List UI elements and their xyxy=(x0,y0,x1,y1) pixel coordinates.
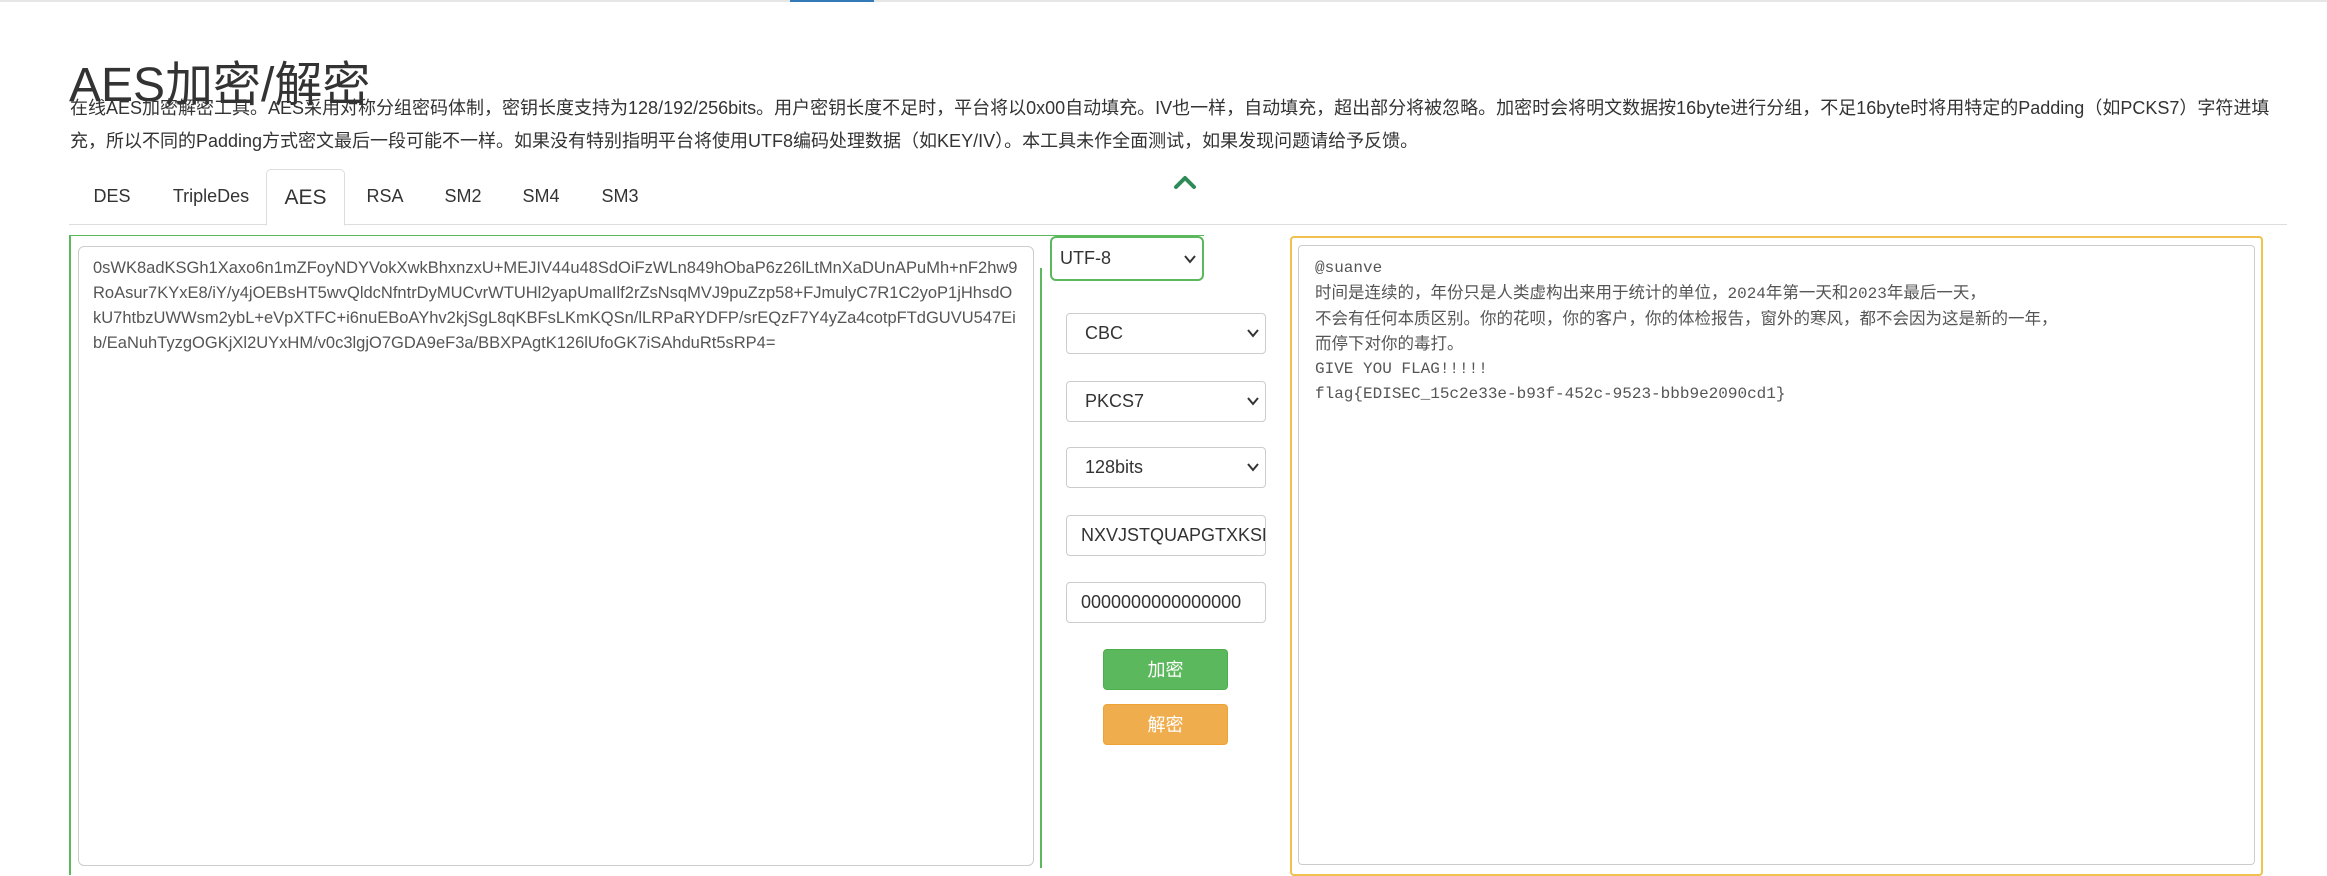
output-text: 2024 xyxy=(1727,285,1766,303)
output-text: 年最后一天， xyxy=(1886,284,1986,302)
chevron-down-icon xyxy=(1247,397,1259,406)
iv-input[interactable]: 0000000000000000 xyxy=(1066,582,1266,623)
encrypt-button[interactable]: 加密 xyxy=(1103,649,1228,690)
encoding-select[interactable]: UTF-8 xyxy=(1050,236,1204,281)
chevron-down-icon xyxy=(1184,255,1196,264)
tab-des[interactable]: DES xyxy=(77,169,147,224)
chevron-down-icon xyxy=(1247,329,1259,338)
output-line: GIVE YOU FLAG!!!!! xyxy=(1315,360,1488,378)
tab-sm4[interactable]: SM4 xyxy=(509,169,573,224)
output-line: 不会有任何本质区别。你的花呗，你的客户，你的体检报告，窗外的寒风，都不会因为这是… xyxy=(1315,310,2058,328)
tab-aes[interactable]: AES xyxy=(266,169,345,226)
top-accent-bar xyxy=(790,0,874,2)
options-panel xyxy=(1040,268,1204,868)
output-flag-line: flag{EDISEC_15c2e33e-b93f-452c-9523-bbb9… xyxy=(1315,385,1786,403)
tool-description: 在线AES加密解密工具。AES采用对称分组密码体制，密钥长度支持为128/192… xyxy=(70,98,2270,151)
mode-select[interactable]: CBC xyxy=(1066,313,1266,354)
output-text: 年第一天和 xyxy=(1765,284,1849,302)
encoding-value: UTF-8 xyxy=(1060,248,1111,268)
tab-sm2[interactable]: SM2 xyxy=(431,169,495,224)
output-text: 2023 xyxy=(1848,285,1887,303)
key-input[interactable]: NXVJSTQUAPGTXKSB xyxy=(1066,515,1266,556)
input-textarea[interactable]: 0sWK8adKSGh1Xaxo6n1mZFoyNDYVokXwkBhxnzxU… xyxy=(78,246,1034,866)
mode-value: CBC xyxy=(1085,323,1124,343)
chevron-up-icon[interactable] xyxy=(1172,172,1198,190)
output-line: @suanve xyxy=(1315,259,1383,277)
tab-tripledes[interactable]: TripleDes xyxy=(156,169,266,224)
key-size-select[interactable]: 128bits xyxy=(1066,447,1266,488)
padding-select[interactable]: PKCS7 xyxy=(1066,381,1266,422)
output-text: 时间是连续的，年份只是人类虚构出来用于统计的单位， xyxy=(1315,284,1728,302)
output-line: 而停下对你的毒打。 xyxy=(1315,335,1464,353)
padding-value: PKCS7 xyxy=(1085,391,1145,411)
output-textarea[interactable]: @suanve 时间是连续的，年份只是人类虚构出来用于统计的单位，2024年第一… xyxy=(1298,245,2255,865)
chevron-down-icon xyxy=(1247,463,1259,472)
top-border xyxy=(0,0,2327,2)
output-line: 时间是连续的，年份只是人类虚构出来用于统计的单位，2024年第一天和2023年最… xyxy=(1315,281,2238,307)
decrypt-button[interactable]: 解密 xyxy=(1103,704,1228,745)
tab-rsa[interactable]: RSA xyxy=(352,169,418,224)
key-size-value: 128bits xyxy=(1085,457,1144,477)
tab-sm3[interactable]: SM3 xyxy=(588,169,652,224)
